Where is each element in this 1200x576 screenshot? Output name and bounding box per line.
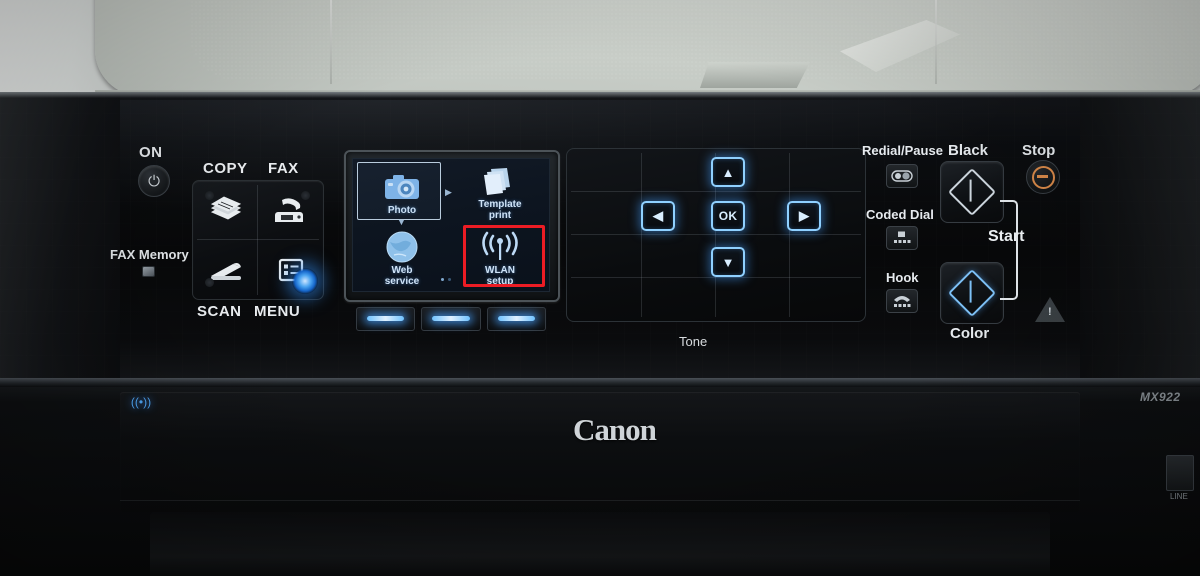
scan-button[interactable] — [193, 240, 258, 299]
power-icon: ⏻ — [148, 172, 160, 190]
keypad-grid-line — [571, 277, 861, 278]
copy-button[interactable] — [193, 181, 258, 240]
cluster-corner-dot — [301, 191, 310, 200]
lcd-item-template-print[interactable]: Template print — [451, 159, 549, 225]
nav-up-button[interactable]: ▲ — [711, 157, 745, 187]
menu-label: MENU — [254, 303, 301, 320]
lcd-item-web-service[interactable]: Web service — [353, 225, 451, 291]
redial-pause-label: Redial/Pause — [862, 143, 943, 158]
cluster-corner-dot — [205, 278, 214, 287]
panel-top-highlight — [0, 92, 1200, 98]
fax-memory-label: FAX Memory — [110, 247, 189, 262]
fax-label: FAX — [268, 160, 299, 177]
canon-brand-logo: Canon — [573, 412, 657, 447]
menu-button-indicator-led — [292, 268, 318, 294]
printer-control-panel-photo: ON ⏻ FAX Memory COPY FAX SCAN MENU Photo… — [0, 0, 1200, 576]
lid-hinge — [700, 62, 810, 88]
lcd-screen[interactable]: Photo Template print Web service WLAN se… — [352, 158, 550, 292]
coded-dial-label: Coded Dial — [866, 207, 934, 222]
page-dot-active — [441, 278, 444, 281]
soft-key-led — [367, 316, 405, 321]
memory-led-icon — [142, 266, 155, 277]
model-number-label: MX922 — [1140, 390, 1181, 404]
lid-seam-left — [330, 0, 332, 84]
lcd-selection-highlight — [357, 162, 441, 220]
page-dot — [448, 278, 451, 281]
line-port — [1166, 455, 1194, 491]
cluster-corner-dot — [205, 191, 214, 200]
lcd-scroll-down-arrow: ▼ — [397, 217, 406, 227]
sheets-icon — [477, 163, 523, 199]
start-diamond-color-icon — [947, 268, 997, 318]
fax-button[interactable] — [258, 181, 323, 240]
hook-label: Hook — [886, 270, 919, 285]
lid-texture — [190, 0, 1200, 80]
power-button[interactable]: ⏻ — [138, 165, 170, 197]
paper-tray-shadow — [150, 512, 1050, 576]
nav-left-button[interactable]: ◀ — [641, 201, 675, 231]
color-label: Color — [950, 325, 990, 342]
wifi-indicator-icon: ((•)) — [130, 395, 152, 409]
lcd-page-indicator — [441, 278, 451, 281]
stop-button[interactable] — [1026, 160, 1060, 194]
front-access-door[interactable] — [120, 392, 1080, 512]
stop-label: Stop — [1022, 142, 1056, 159]
soft-key-led — [432, 316, 470, 321]
power-label: ON — [139, 144, 163, 161]
soft-key-right[interactable] — [486, 307, 546, 331]
coded-dial-button[interactable] — [886, 226, 918, 250]
start-group-bracket — [1000, 200, 1018, 300]
scan-label: SCAN — [197, 303, 242, 320]
nav-right-button[interactable]: ▶ — [787, 201, 821, 231]
fax-machine-icon — [274, 197, 303, 222]
line-port-label: LINE — [1170, 492, 1188, 501]
lcd-caption-web-service: Web service — [384, 265, 420, 287]
hook-button[interactable] — [886, 289, 918, 313]
black-label: Black — [948, 142, 989, 159]
keypad-grid-line — [571, 234, 861, 235]
lid-seam-right — [935, 0, 937, 84]
redial-pause-icon — [891, 170, 913, 182]
hook-handset-icon — [894, 296, 911, 307]
soft-key-center[interactable] — [421, 307, 481, 331]
lcd-caption-template-print: Template print — [478, 199, 522, 221]
color-start-button[interactable] — [940, 262, 1004, 324]
stop-circle-icon — [1031, 165, 1055, 189]
nav-down-button[interactable]: ▼ — [711, 247, 745, 277]
keypad-grid-line — [571, 191, 861, 192]
globe-icon — [379, 229, 425, 265]
soft-key-left[interactable] — [356, 307, 416, 331]
soft-key-led — [497, 316, 535, 321]
redial-pause-button[interactable] — [886, 164, 918, 188]
panel-bottom-edge — [0, 378, 1200, 387]
copy-stack-icon — [210, 195, 241, 220]
ok-button[interactable]: OK — [711, 201, 745, 231]
lcd-scroll-right-arrow: ▶ — [445, 187, 452, 197]
keypad-grid-line — [641, 153, 642, 317]
scanner-lid[interactable] — [95, 0, 1200, 96]
black-start-button[interactable] — [940, 161, 1004, 223]
keypad-grid-line — [789, 153, 790, 317]
alert-button[interactable]: ! — [1034, 295, 1066, 323]
lcd-soft-key-row — [356, 307, 546, 331]
tone-label: Tone — [679, 334, 708, 349]
start-label: Start — [988, 228, 1025, 245]
wlan-setup-annotation-box — [463, 225, 545, 287]
front-door-seam — [120, 500, 1080, 501]
start-diamond-icon — [947, 167, 997, 217]
coded-dial-icon — [894, 231, 911, 243]
alert-triangle-icon: ! — [1035, 296, 1065, 322]
copy-label: COPY — [203, 160, 248, 177]
